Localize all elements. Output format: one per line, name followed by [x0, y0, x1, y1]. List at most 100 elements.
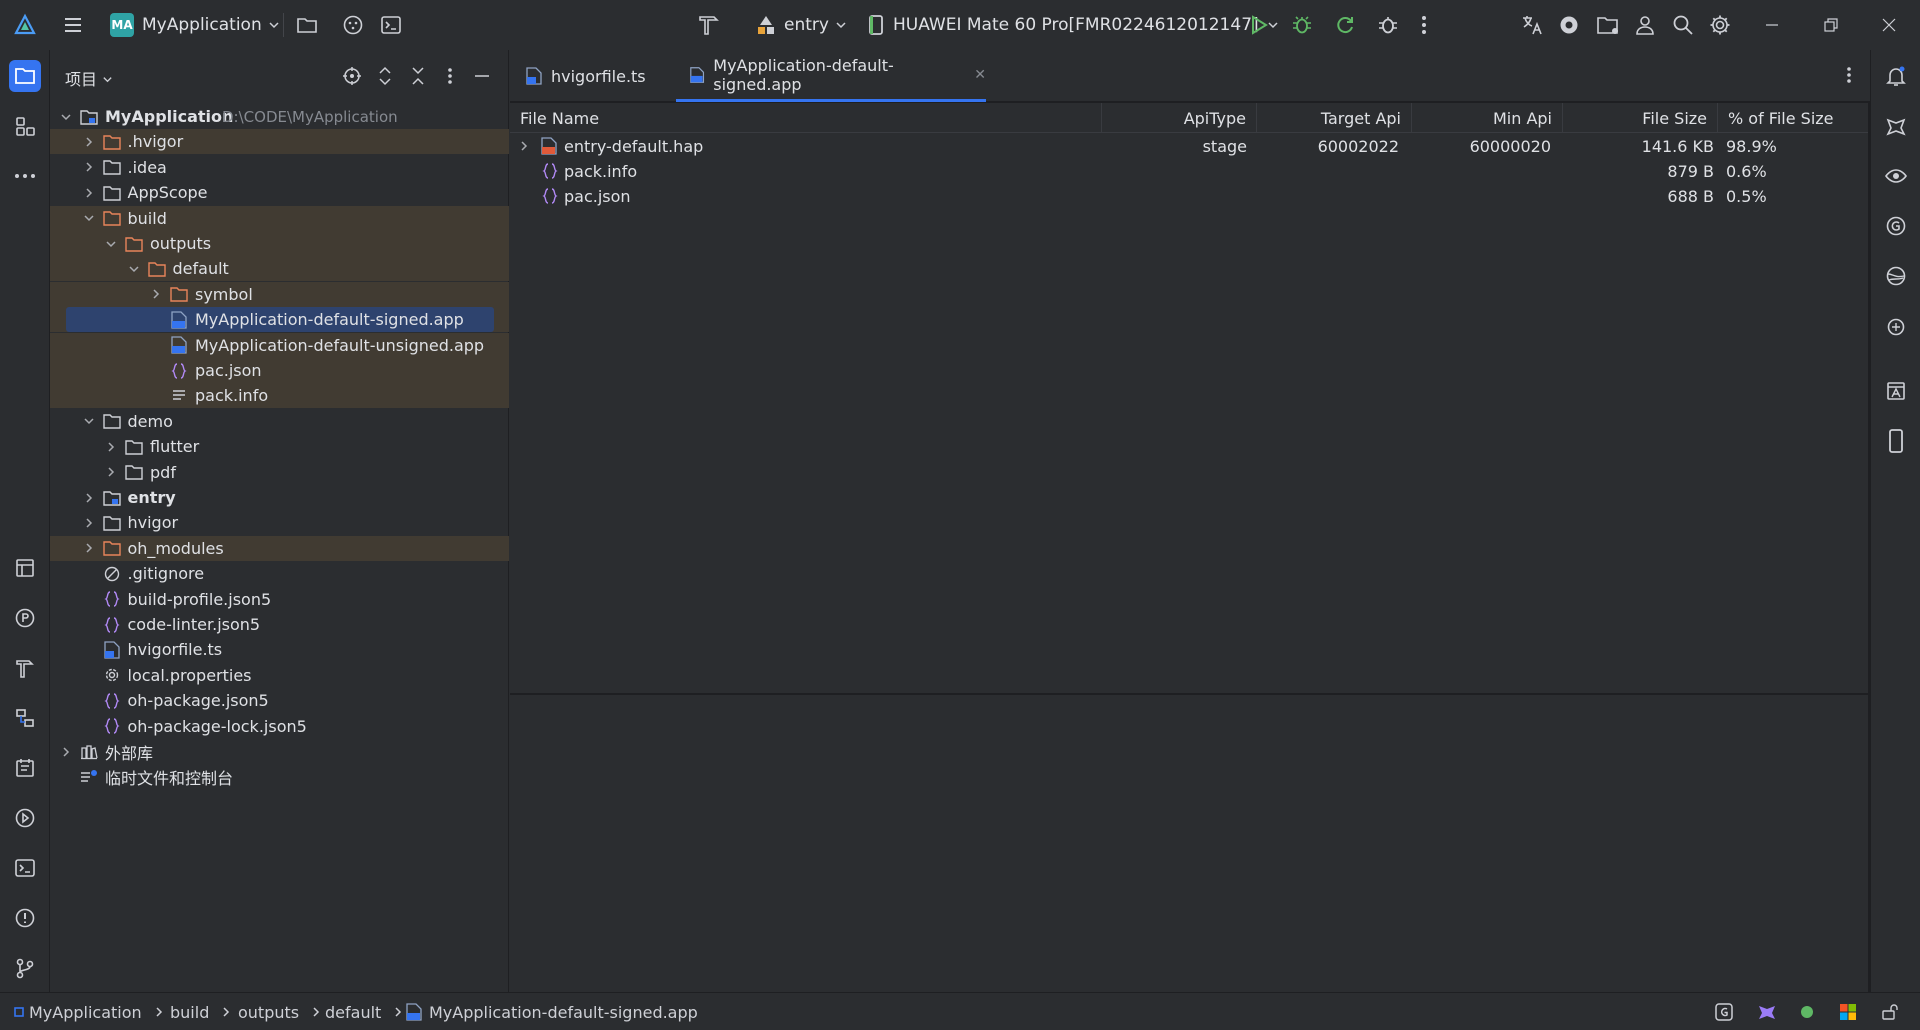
tree-root[interactable]: MyApplication D:\CODE\MyApplication — [50, 104, 509, 129]
table-row[interactable]: pack.info 879 B 0.6% — [510, 159, 1868, 184]
build-hammer-icon[interactable] — [9, 652, 41, 684]
device-file-icon[interactable] — [9, 702, 41, 734]
tab-hvigorfile[interactable]: hvigorfile.ts — [525, 50, 665, 102]
tree-item[interactable]: .hvigor — [50, 129, 509, 155]
project-view-icon[interactable] — [9, 60, 41, 92]
tree-item[interactable]: pdf — [50, 460, 509, 485]
column-api-type[interactable]: ApiType — [1102, 103, 1257, 133]
tree-item[interactable]: pac.json — [50, 358, 509, 383]
project-switcher[interactable]: MA MyApplication — [110, 0, 280, 50]
codegenie-icon[interactable] — [1880, 110, 1912, 142]
tree-item[interactable]: MyApplication-default-unsigned.app — [50, 332, 509, 358]
more-actions-icon[interactable] — [1421, 0, 1427, 50]
breadcrumb-item[interactable]: MyApplication-default-signed.app — [405, 993, 698, 1030]
device-manager-icon[interactable] — [342, 0, 364, 50]
breadcrumb-item[interactable]: outputs — [238, 993, 321, 1030]
project-structure-icon[interactable] — [1596, 0, 1620, 50]
tree-item[interactable]: MyApplication-default-signed.app — [50, 307, 509, 333]
chevron-down-icon[interactable] — [83, 212, 95, 224]
database-icon[interactable] — [9, 552, 41, 584]
resource-a-icon[interactable] — [1880, 375, 1912, 407]
terminal-icon[interactable] — [9, 852, 41, 884]
tree-item[interactable]: pack.info — [50, 383, 509, 409]
tab-signed-app[interactable]: MyApplication-default-signed.app ✕ — [676, 50, 986, 102]
tree-item[interactable]: demo — [50, 409, 509, 434]
project-panel-title[interactable]: 项目 — [65, 66, 113, 90]
table-row[interactable]: entry-default.hap stage 60002022 60000020 14… — [510, 134, 1868, 159]
chevron-right-icon[interactable] — [60, 746, 72, 758]
device-selector[interactable]: HUAWEI Mate 60 Pro[FMR0224612012147] — [867, 0, 1279, 50]
chevron-right-icon[interactable] — [83, 136, 95, 148]
run-services-icon[interactable] — [9, 802, 41, 834]
minimize-window-icon[interactable] — [1765, 0, 1779, 50]
terminal-icon[interactable] — [380, 0, 402, 50]
run-config-selector[interactable]: entry — [754, 0, 847, 50]
chevron-right-icon[interactable] — [83, 542, 95, 554]
expand-all-icon[interactable] — [375, 66, 395, 86]
tree-item[interactable]: code-linter.json5 — [50, 612, 509, 637]
tree-item[interactable]: AppScope — [50, 180, 509, 205]
main-menu-icon[interactable] — [62, 0, 84, 50]
device-phone-icon[interactable] — [1880, 425, 1912, 457]
codegenie-status-icon[interactable] — [1757, 1002, 1777, 1022]
tree-item[interactable]: .gitignore — [50, 561, 509, 586]
chevron-down-icon[interactable] — [128, 263, 140, 275]
robot-icon[interactable] — [1880, 310, 1912, 342]
tree-item[interactable]: symbol — [50, 281, 509, 307]
todo-icon[interactable] — [9, 752, 41, 784]
problems-icon[interactable] — [9, 902, 41, 934]
debug-icon[interactable] — [1291, 0, 1313, 50]
hide-panel-icon[interactable] — [472, 66, 492, 86]
profiler-icon[interactable] — [9, 602, 41, 634]
close-window-icon[interactable] — [1882, 0, 1896, 50]
globe-icon[interactable] — [1880, 260, 1912, 292]
tree-item[interactable]: hvigorfile.ts — [50, 637, 509, 662]
tree-item[interactable]: build — [50, 205, 509, 231]
close-tab-icon[interactable]: ✕ — [974, 67, 986, 83]
collapse-all-icon[interactable] — [408, 66, 428, 86]
chevron-right-icon[interactable] — [83, 517, 95, 529]
restore-window-icon[interactable] — [1824, 0, 1838, 50]
tree-item[interactable]: 外部库 — [50, 739, 509, 764]
windows-logo-icon[interactable] — [1838, 1002, 1858, 1022]
chevron-right-icon[interactable] — [518, 140, 530, 152]
tree-item[interactable]: 临时文件和控制台 — [50, 764, 509, 789]
settings-gear-icon[interactable] — [1709, 0, 1731, 50]
column-min-api[interactable]: Min Api — [1412, 103, 1563, 133]
version-control-icon[interactable] — [9, 952, 41, 984]
chevron-right-icon[interactable] — [83, 161, 95, 173]
breadcrumb-item[interactable]: build — [170, 993, 231, 1030]
breadcrumb-item[interactable]: default — [325, 993, 403, 1030]
chevron-right-icon[interactable] — [105, 441, 117, 453]
tree-item[interactable]: hvigor — [50, 510, 509, 535]
tree-item[interactable]: default — [50, 256, 509, 282]
translate-icon[interactable] — [1520, 0, 1544, 50]
tree-item[interactable]: local.properties — [50, 663, 509, 688]
chevron-right-icon[interactable] — [83, 187, 95, 199]
ai-assistant-icon[interactable] — [1558, 0, 1580, 50]
build-hammer-icon[interactable] — [696, 0, 722, 50]
tree-item[interactable]: oh-package.json5 — [50, 688, 509, 713]
tree-item[interactable]: build-profile.json5 — [50, 587, 509, 612]
search-icon[interactable] — [1672, 0, 1694, 50]
tree-item[interactable]: outputs — [50, 231, 509, 256]
locate-file-icon[interactable] — [342, 66, 362, 86]
chevron-right-icon[interactable] — [105, 466, 117, 478]
tree-item[interactable]: entry — [50, 485, 509, 510]
column-file-name[interactable]: File Name — [510, 103, 1102, 133]
tree-item[interactable]: oh-package-lock.json5 — [50, 714, 509, 739]
more-tools-icon[interactable] — [9, 160, 41, 192]
chevron-down-icon[interactable] — [105, 238, 117, 250]
column-target-api[interactable]: Target Api — [1257, 103, 1412, 133]
tab-options-icon[interactable] — [1846, 66, 1852, 88]
tree-item[interactable]: flutter — [50, 434, 509, 459]
options-icon[interactable] — [440, 66, 460, 86]
run-icon[interactable] — [1248, 0, 1270, 50]
table-row[interactable]: pac.json 688 B 0.5% — [510, 184, 1868, 209]
chevron-right-icon[interactable] — [83, 492, 95, 504]
previewer-eye-icon[interactable] — [1880, 160, 1912, 192]
chevron-down-icon[interactable] — [83, 415, 95, 427]
column-file-size[interactable]: File Size — [1563, 103, 1718, 133]
tree-item[interactable]: .idea — [50, 155, 509, 180]
account-icon[interactable] — [1634, 0, 1656, 50]
